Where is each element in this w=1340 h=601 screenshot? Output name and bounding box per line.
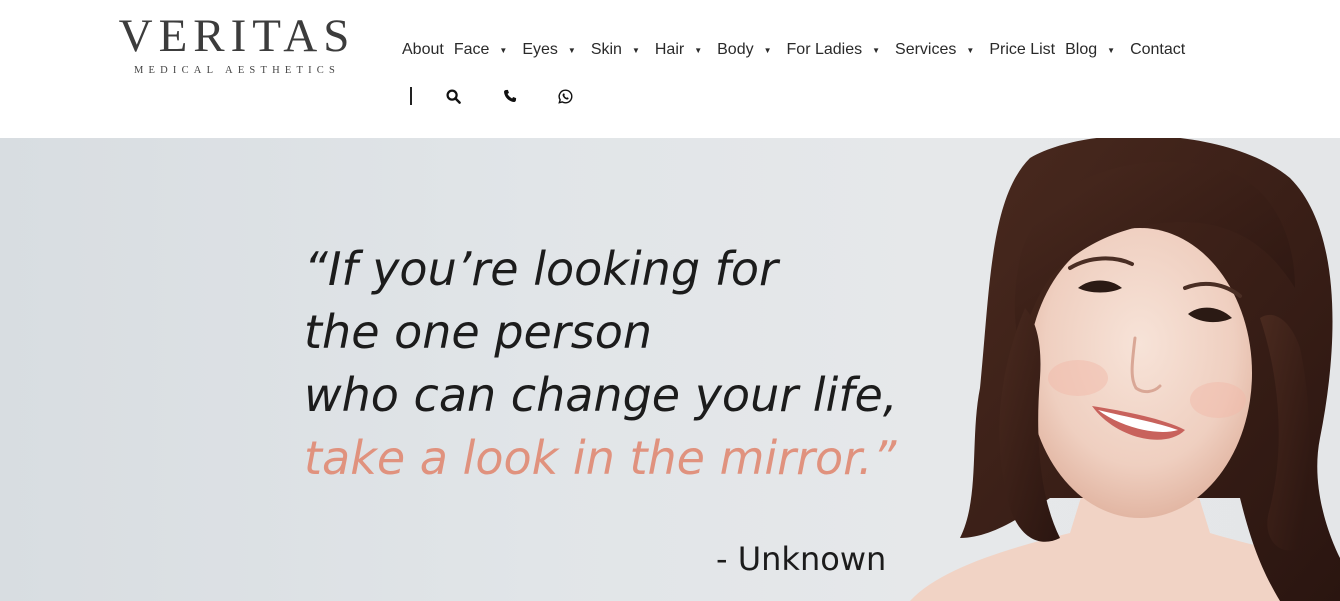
main-nav: About Face ▼ Eyes ▼ Skin ▼ Hair ▼ Body ▼… [402, 38, 1195, 62]
whatsapp-button[interactable] [557, 87, 575, 105]
header-icon-row [410, 84, 575, 108]
nav-label: Body [717, 41, 754, 58]
nav-label: Contact [1130, 41, 1186, 58]
nav-item-for-ladies[interactable]: For Ladies ▼ [787, 41, 889, 59]
nav-label: Skin [590, 41, 622, 58]
nav-label: For Ladies [786, 41, 863, 58]
nav-item-contact[interactable]: Contact [1130, 41, 1185, 59]
nav-label: Services [895, 41, 957, 58]
caret-down-icon: ▼ [499, 45, 508, 55]
nav-item-services[interactable]: Services ▼ [895, 41, 982, 59]
site-logo[interactable]: VERITAS Medical Aesthetics [108, 10, 366, 86]
quote-line: “If you’re looking for [304, 242, 778, 296]
nav-item-about[interactable]: About [402, 41, 444, 59]
quote-line: the one person [304, 305, 653, 359]
site-header: VERITAS Medical Aesthetics About Face ▼ … [0, 0, 1340, 138]
nav-label: About [402, 41, 444, 58]
logo-tagline: Medical Aesthetics [133, 65, 341, 76]
whatsapp-icon [558, 89, 573, 104]
caret-down-icon: ▼ [631, 45, 640, 55]
quote-line: who can change your life, [304, 368, 898, 422]
quote-author: - Unknown [716, 540, 887, 578]
logo-wordmark: VERITAS [118, 10, 356, 62]
portrait-image [910, 138, 1340, 601]
nav-item-eyes[interactable]: Eyes ▼ [522, 41, 584, 59]
caret-down-icon: ▼ [763, 45, 772, 55]
caret-down-icon: ▼ [872, 45, 881, 55]
nav-item-blog[interactable]: Blog ▼ [1065, 41, 1123, 59]
caret-down-icon: ▼ [694, 45, 703, 55]
caret-down-icon: ▼ [567, 45, 576, 55]
search-button[interactable] [445, 87, 463, 105]
caret-down-icon: ▼ [1107, 45, 1116, 55]
nav-divider [410, 87, 412, 105]
nav-item-price-list[interactable]: Price List [989, 41, 1055, 59]
nav-label: Hair [654, 41, 685, 58]
nav-item-skin[interactable]: Skin ▼ [591, 41, 648, 59]
hero-quote: “If you’re looking for the one person wh… [304, 238, 944, 490]
nav-item-hair[interactable]: Hair ▼ [655, 41, 710, 59]
phone-button[interactable] [501, 87, 519, 105]
nav-item-body[interactable]: Body ▼ [717, 41, 779, 59]
phone-icon [503, 89, 516, 102]
quote-accent-line: take a look in the mirror.” [304, 431, 897, 485]
nav-label: Eyes [522, 41, 558, 58]
nav-item-face[interactable]: Face ▼ [454, 41, 516, 59]
caret-down-icon: ▼ [966, 45, 975, 55]
search-icon [446, 88, 461, 104]
nav-label: Price List [989, 41, 1056, 58]
nav-label: Face [453, 41, 490, 58]
hero-banner: “If you’re looking for the one person wh… [0, 138, 1340, 601]
nav-label: Blog [1065, 41, 1098, 58]
